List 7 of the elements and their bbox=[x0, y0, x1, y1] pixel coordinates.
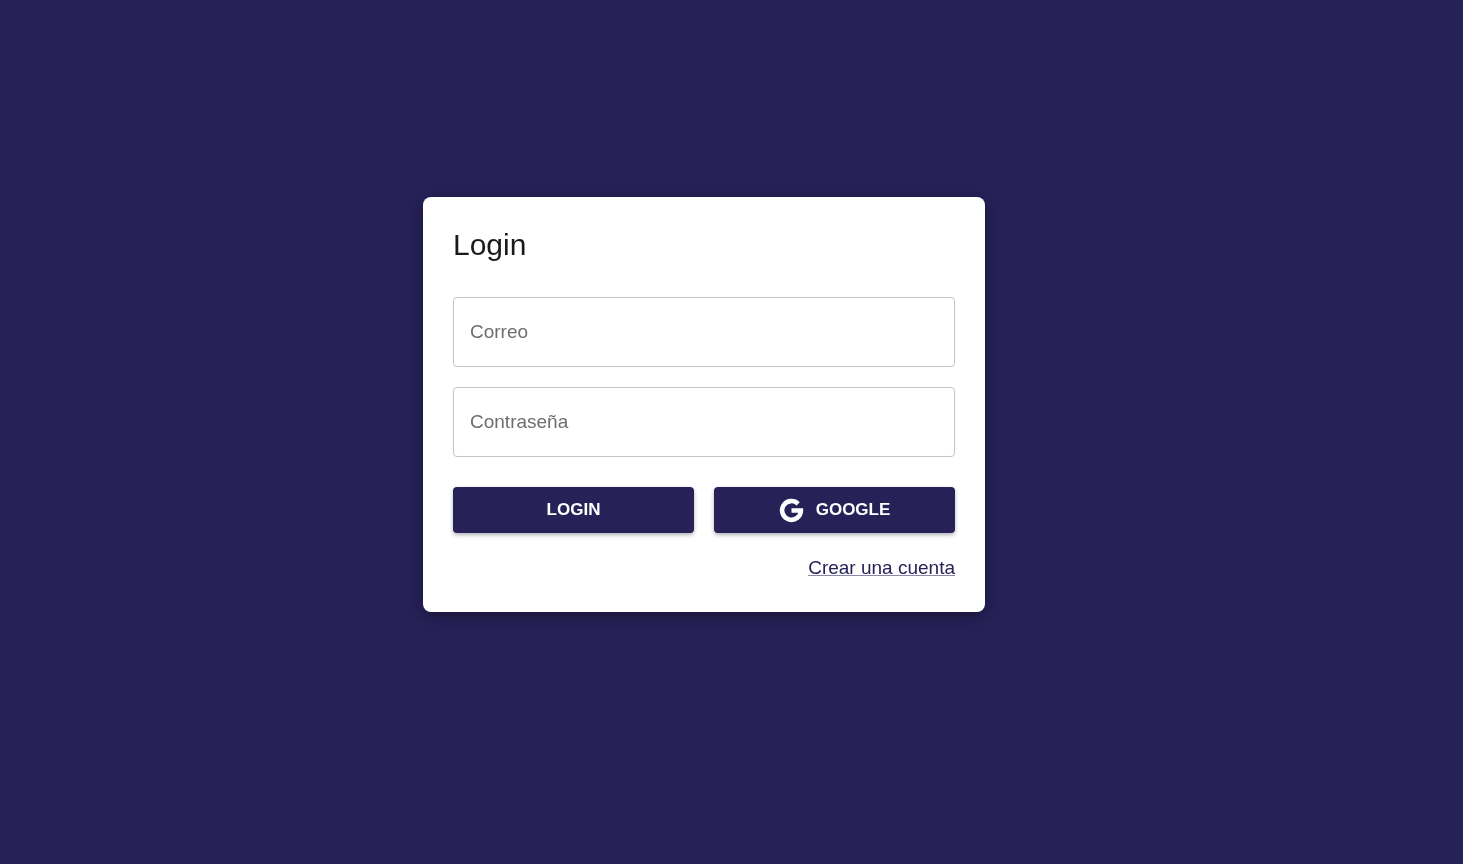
input-field[interactable]: Correo bbox=[453, 297, 955, 367]
create-account-link[interactable]: Crear una cuenta bbox=[808, 556, 955, 580]
input-field[interactable]: Contraseña bbox=[453, 387, 955, 457]
login-button[interactable]: LOGIN bbox=[453, 487, 694, 533]
letter-g-icon bbox=[778, 497, 804, 523]
card-title: Login bbox=[453, 227, 527, 263]
google-button[interactable]: GOOGLE bbox=[714, 487, 955, 533]
